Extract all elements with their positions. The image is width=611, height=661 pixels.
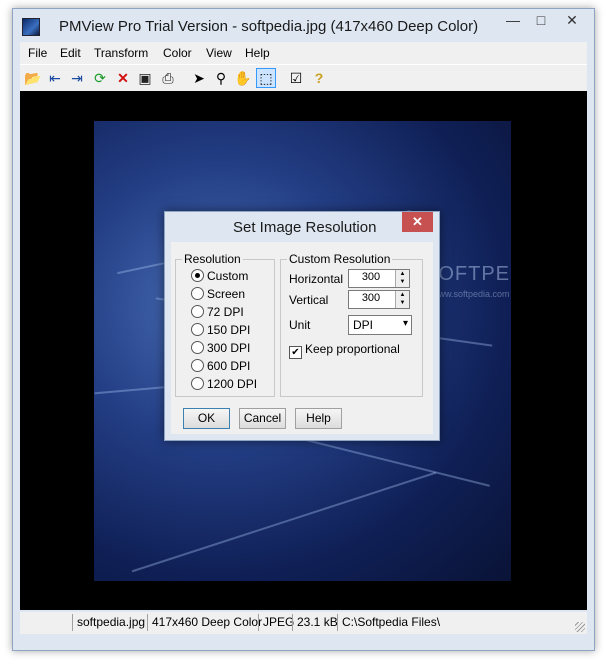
status-filename: softpedia.jpg: [72, 614, 145, 631]
vertical-spinner[interactable]: 300 ▲ ▼: [348, 290, 410, 309]
radio-label: 1200 DPI: [207, 377, 258, 391]
unit-value: DPI: [353, 318, 374, 332]
pointer-icon[interactable]: ➤: [190, 69, 208, 87]
status-format: JPEG: [258, 614, 294, 631]
vertical-label: Vertical: [289, 293, 329, 307]
select-rectangle-icon[interactable]: ⬚: [256, 68, 276, 88]
keep-proportional-label: Keep proportional: [305, 342, 400, 356]
custom-resolution-group-label: Custom Resolution: [287, 252, 393, 266]
radio-label: 300 DPI: [207, 341, 251, 355]
radio-150-dpi[interactable]: 150 DPI: [191, 323, 250, 337]
title-bar[interactable]: PMView Pro Trial Version - softpedia.jpg…: [13, 9, 594, 42]
toolbar: 📂 ⇤ ⇥ ⟳ ✕ ▣ ⎙ ➤ ⚲ ✋ ⬚ ☑ ?: [20, 64, 587, 91]
radio-screen[interactable]: Screen: [191, 287, 245, 301]
menu-transform[interactable]: Transform: [94, 46, 148, 60]
horizontal-value: 300: [361, 271, 381, 283]
status-size: 23.1 kB: [292, 614, 338, 631]
minimize-button[interactable]: —: [500, 10, 526, 30]
radio-label: Screen: [207, 287, 246, 301]
menu-view[interactable]: View: [206, 46, 232, 60]
resize-grip[interactable]: [575, 622, 585, 632]
radio-1200-dpi[interactable]: 1200 DPI: [191, 377, 257, 391]
spinner-arrows-icon[interactable]: ▲ ▼: [395, 270, 409, 287]
image-watermark-url: www.softpedia.com: [432, 289, 510, 299]
ok-button[interactable]: OK: [183, 408, 230, 429]
radio-label: 600 DPI: [207, 359, 251, 373]
menu-file[interactable]: File: [28, 46, 47, 60]
app-icon[interactable]: [22, 18, 40, 36]
status-path: C:\Softpedia Files\: [337, 614, 440, 631]
help-button[interactable]: Help: [295, 408, 342, 429]
radio-600-dpi[interactable]: 600 DPI: [191, 359, 250, 373]
unit-label: Unit: [289, 318, 311, 332]
resolution-group-label: Resolution: [182, 252, 243, 266]
print-icon[interactable]: ⎙: [159, 69, 177, 87]
chevron-down-icon: ▾: [402, 318, 408, 329]
radio-dot: [191, 287, 204, 300]
unit-select[interactable]: DPI ▾: [348, 315, 412, 335]
vertical-value: 300: [361, 292, 381, 304]
maximize-button[interactable]: □: [528, 10, 554, 30]
window-title: PMView Pro Trial Version - softpedia.jpg…: [59, 18, 479, 35]
keep-proportional-checkbox[interactable]: ✔ Keep proportional: [289, 342, 400, 359]
hand-icon[interactable]: ✋: [234, 69, 252, 87]
horizontal-spinner[interactable]: 300 ▲ ▼: [348, 269, 410, 288]
radio-dot: [191, 269, 204, 282]
cancel-button[interactable]: Cancel: [239, 408, 286, 429]
radio-label: 72 DPI: [207, 305, 244, 319]
next-file-icon[interactable]: ⇥: [68, 69, 86, 87]
status-bar: softpedia.jpg 417x460 Deep Color JPEG 23…: [20, 612, 587, 634]
spinner-arrows-icon[interactable]: ▲ ▼: [395, 291, 409, 308]
open-folder-icon[interactable]: 📂: [24, 69, 42, 87]
radio-dot: [191, 377, 204, 390]
refresh-icon[interactable]: ⟳: [91, 69, 109, 87]
help-icon[interactable]: ?: [310, 69, 328, 87]
dialog-close-button[interactable]: ✕: [402, 212, 433, 232]
zoom-icon[interactable]: ⚲: [212, 69, 230, 87]
dialog-body: Resolution Custom Screen 72 DPI 150 DPI …: [171, 242, 433, 434]
radio-72-dpi[interactable]: 72 DPI: [191, 305, 244, 319]
checkmark-icon: ✔: [289, 346, 302, 359]
horizontal-label: Horizontal: [289, 272, 344, 286]
menu-help[interactable]: Help: [245, 46, 270, 60]
save-icon[interactable]: ▣: [136, 69, 154, 87]
dialog-title: Set Image Resolution: [233, 219, 377, 236]
delete-icon[interactable]: ✕: [114, 69, 132, 87]
radio-dot: [191, 341, 204, 354]
radio-dot: [191, 323, 204, 336]
radio-custom[interactable]: Custom: [191, 269, 248, 283]
properties-icon[interactable]: ☑: [287, 69, 305, 87]
close-button[interactable]: ✕: [556, 10, 588, 30]
menu-edit[interactable]: Edit: [60, 46, 81, 60]
radio-dot: [191, 305, 204, 318]
menu-color[interactable]: Color: [163, 46, 192, 60]
radio-label: Custom: [207, 269, 249, 283]
previous-file-icon[interactable]: ⇤: [46, 69, 64, 87]
set-image-resolution-dialog: Set Image Resolution ✕ Resolution Custom…: [164, 211, 440, 441]
radio-label: 150 DPI: [207, 323, 251, 337]
radio-dot: [191, 359, 204, 372]
dialog-title-bar[interactable]: Set Image Resolution ✕: [165, 212, 439, 242]
status-dimensions: 417x460 Deep Color: [147, 614, 262, 631]
radio-300-dpi[interactable]: 300 DPI: [191, 341, 250, 355]
menu-bar: File Edit Transform Color View Help: [20, 42, 587, 64]
